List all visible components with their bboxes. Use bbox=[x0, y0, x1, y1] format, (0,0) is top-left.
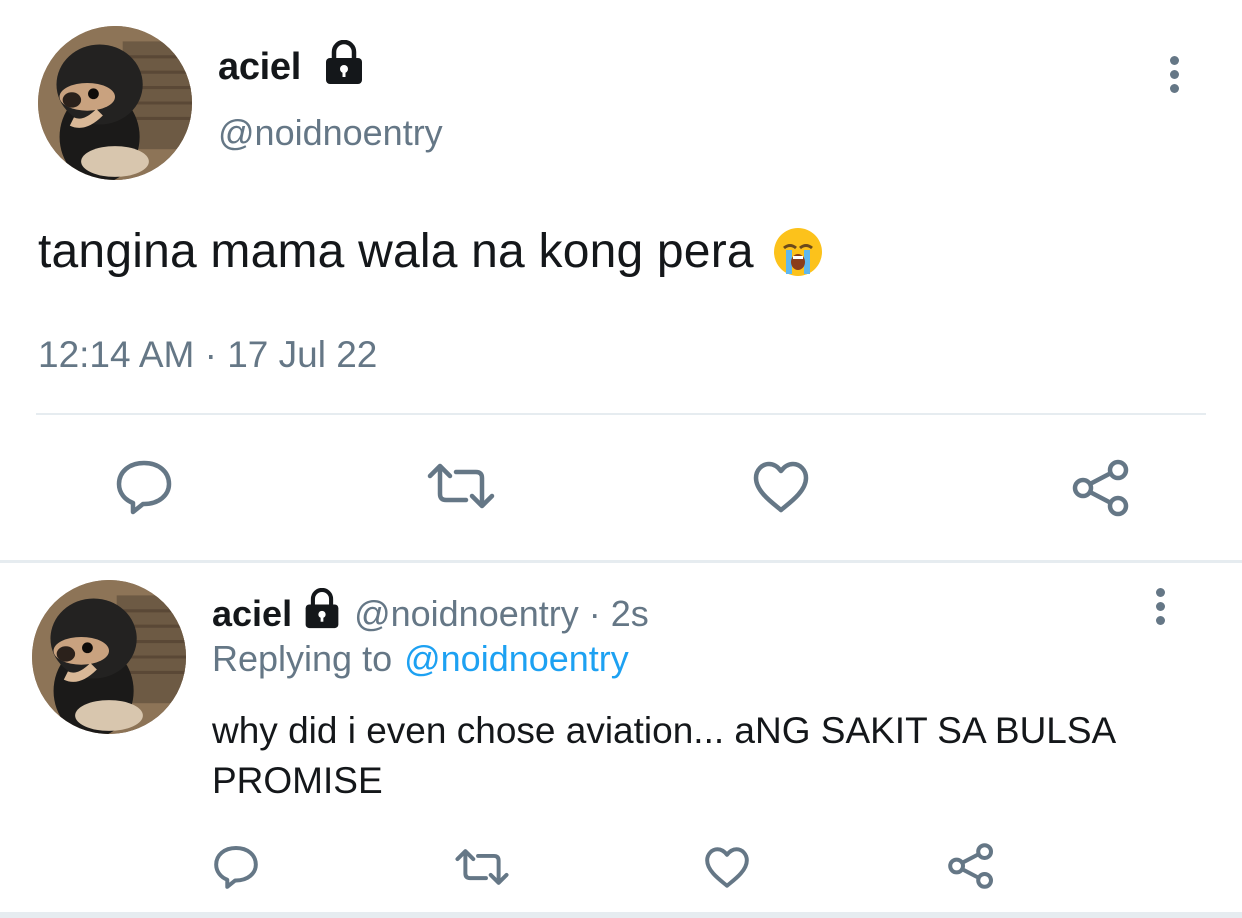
author-avatar[interactable] bbox=[38, 26, 192, 180]
author-name[interactable]: aciel bbox=[218, 46, 301, 89]
reply-author-name[interactable]: aciel bbox=[212, 593, 292, 635]
more-options-icon[interactable] bbox=[1156, 588, 1165, 625]
reply-time[interactable]: 2s bbox=[611, 593, 649, 635]
reply-header: aciel @noidnoentry · 2s bbox=[212, 587, 649, 639]
share-icon[interactable] bbox=[946, 842, 996, 890]
retweet-icon[interactable] bbox=[454, 848, 510, 886]
tweet-text: tangina mama wala na kong pera bbox=[38, 224, 824, 279]
bottom-divider bbox=[0, 912, 1242, 918]
separator-dot: · bbox=[588, 592, 601, 634]
replying-mention-link[interactable]: @noidnoentry bbox=[404, 638, 629, 679]
lock-icon bbox=[302, 587, 342, 639]
divider bbox=[36, 413, 1206, 415]
reply-icon[interactable] bbox=[212, 844, 260, 890]
lock-icon bbox=[322, 39, 366, 91]
avatar-image bbox=[38, 26, 192, 180]
avatar-image bbox=[32, 580, 186, 734]
reply-text: why did i even chose aviation... aNG SAK… bbox=[212, 710, 1115, 801]
replying-to-line: Replying to @noidnoentry bbox=[212, 638, 629, 680]
reply-icon[interactable] bbox=[114, 458, 174, 516]
tweet-timestamp[interactable]: 12:14 AM · 17 Jul 22 bbox=[38, 334, 377, 376]
author-handle[interactable]: @noidnoentry bbox=[218, 112, 443, 154]
like-icon[interactable] bbox=[704, 846, 750, 889]
reply-author-handle[interactable]: @noidnoentry bbox=[354, 593, 579, 635]
share-icon[interactable] bbox=[1070, 458, 1132, 518]
more-options-icon[interactable] bbox=[1170, 56, 1179, 93]
crying-face-emoji bbox=[772, 226, 824, 278]
like-icon[interactable] bbox=[752, 460, 810, 514]
section-divider bbox=[0, 560, 1242, 563]
tweet-text-body: tangina mama wala na kong pera bbox=[38, 225, 754, 278]
reply-author-avatar[interactable] bbox=[32, 580, 186, 734]
replying-label: Replying to bbox=[212, 638, 393, 679]
retweet-icon[interactable] bbox=[426, 462, 496, 510]
